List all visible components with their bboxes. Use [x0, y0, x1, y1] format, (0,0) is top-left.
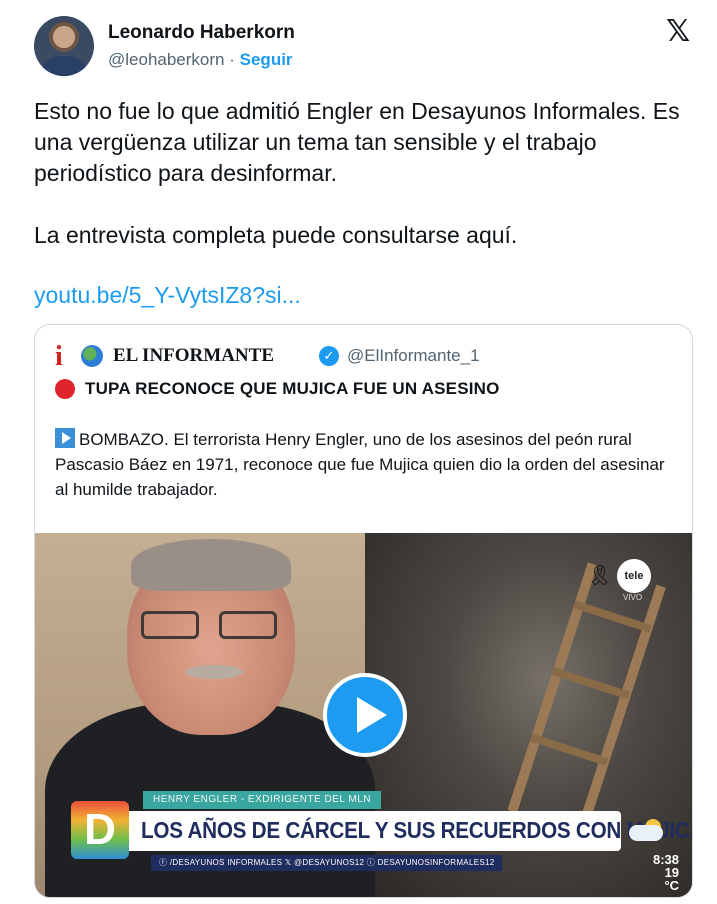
- weather-icon: [629, 819, 665, 843]
- quoted-author-name[interactable]: EL INFORMANTE: [113, 345, 274, 367]
- quoted-body-text: BOMBAZO. El terrorista Henry Engler, uno…: [55, 430, 665, 499]
- handle-separator: ·: [229, 50, 235, 69]
- temperature: 19 °C: [664, 865, 680, 893]
- follow-button[interactable]: Seguir: [240, 50, 293, 69]
- youtube-link[interactable]: youtu.be/5_Y-VytsIZ8?si...: [34, 282, 301, 309]
- author-name[interactable]: Leonardo Haberkorn: [108, 22, 295, 44]
- person-hair: [131, 539, 291, 591]
- globe-icon: [81, 345, 103, 367]
- play-square-icon: [55, 428, 75, 448]
- clock-temp: 8:38 19 °C: [653, 853, 679, 892]
- mustache: [185, 665, 243, 679]
- mourning-ribbon-icon: 🎗: [587, 565, 613, 587]
- show-logo: D: [71, 801, 129, 859]
- tweet-text-paragraph-2: La entrevista completa puede consultarse…: [34, 222, 518, 248]
- tweet-text-paragraph-1: Esto no fue lo que admitió Engler en Des…: [34, 98, 680, 186]
- quoted-tweet-card[interactable]: i EL INFORMANTE ✓ @ElInformante_1 TUPA R…: [34, 324, 693, 898]
- author-handle[interactable]: @leohaberkorn: [108, 50, 225, 69]
- red-circle-icon: [55, 379, 75, 399]
- glasses: [141, 611, 281, 641]
- channel-logo: tele: [617, 559, 651, 593]
- quoted-body: BOMBAZO. El terrorista Henry Engler, uno…: [55, 427, 675, 502]
- tweet-header: Leonardo Haberkorn @leohaberkorn · Segui…: [34, 16, 694, 80]
- author-avatar[interactable]: [34, 16, 94, 76]
- lower-third-title: LOS AÑOS DE CÁRCEL Y SUS RECUERDOS CON M…: [141, 817, 692, 843]
- author-handle-row: @leohaberkorn · Seguir: [108, 50, 293, 70]
- quoted-author-handle[interactable]: @ElInformante_1: [347, 346, 480, 366]
- lower-third-social: ⓕ /DESAYUNOS INFORMALES 𝕏 @DESAYUNOS12 ⓘ…: [151, 855, 503, 871]
- lower-third-name: HENRY ENGLER - EXDIRIGENTE DEL MLN: [143, 791, 381, 809]
- quoted-headline-text: TUPA RECONOCE QUE MUJICA FUE UN ASESINO: [85, 379, 500, 398]
- video-thumbnail[interactable]: 🎗 tele VIVO HENRY ENGLER - EXDIRIGENTE D…: [35, 533, 692, 897]
- x-logo-icon[interactable]: 𝕏: [666, 17, 694, 47]
- verified-badge-icon: ✓: [319, 346, 339, 366]
- lower-third: HENRY ENGLER - EXDIRIGENTE DEL MLN D LOS…: [71, 791, 692, 892]
- play-button[interactable]: [323, 673, 407, 757]
- info-letter-icon: i: [55, 341, 63, 372]
- channel-live-label: VIVO: [623, 593, 643, 602]
